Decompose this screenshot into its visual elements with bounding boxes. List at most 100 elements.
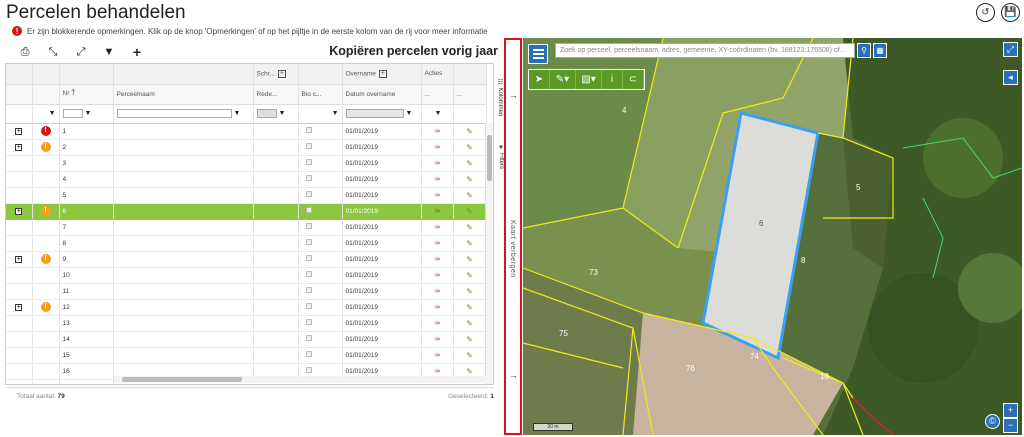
fullscreen-icon[interactable]: ⤢ — [1003, 42, 1018, 57]
bio-checkbox[interactable] — [305, 143, 312, 149]
select-tool-icon[interactable]: ➤ — [529, 70, 550, 89]
grid-horizontal-scrollbar[interactable] — [114, 376, 486, 383]
table-row[interactable]: 4 01/01/2019 >> ✎ — [6, 171, 487, 188]
filter-rede-select[interactable] — [256, 109, 277, 118]
bio-checkbox[interactable] — [305, 335, 312, 341]
table-row[interactable]: 5 01/01/2019 >> ✎ — [6, 187, 487, 204]
edit-pencil-icon[interactable]: ✎ — [466, 271, 473, 280]
copy-arrows-icon[interactable]: >> — [434, 225, 440, 231]
hide-map-panel[interactable]: → Kaart verbergen → — [504, 38, 522, 435]
column-header-bio[interactable]: Bio c... — [298, 84, 343, 105]
snap-tool-icon[interactable]: ⊂ — [623, 70, 644, 89]
map-view[interactable]: 4 6 5 73 75 74 76 18 8 Zoek op perceel, … — [523, 38, 1022, 435]
table-row[interactable]: +! 6 01/01/2019 >> ✎ — [6, 203, 487, 220]
bio-checkbox[interactable] — [305, 175, 312, 181]
group-expand-icon[interactable]: + — [378, 69, 387, 78]
expand-icon[interactable]: ⤢ — [74, 46, 88, 59]
copy-arrows-icon[interactable]: >> — [434, 257, 440, 263]
edit-pencil-icon[interactable]: ✎ — [466, 255, 473, 264]
copyright-icon[interactable]: © — [985, 414, 1000, 429]
edit-pencil-icon[interactable]: ✎ — [466, 319, 473, 328]
table-row[interactable]: +! 12 01/01/2019 >> ✎ — [6, 299, 487, 316]
undo-icon[interactable]: ↺ — [976, 3, 995, 22]
table-row[interactable]: 15 01/01/2019 >> ✎ — [6, 347, 487, 364]
edit-pencil-icon[interactable]: ✎ — [466, 351, 473, 360]
filter-icon[interactable]: ▼ — [279, 110, 286, 117]
filter-icon[interactable]: ▼ — [332, 110, 339, 117]
copy-arrows-icon[interactable]: >> — [434, 209, 440, 215]
column-header-perceelnaam[interactable]: Perceelnaam — [113, 84, 254, 105]
info-tool-icon[interactable]: i — [602, 70, 623, 89]
copy-arrows-icon[interactable]: >> — [434, 177, 440, 183]
filter-icon[interactable]: ▼ — [234, 110, 241, 117]
search-icon[interactable]: ⚲ — [857, 43, 871, 58]
print-icon[interactable]: ⎙ — [18, 46, 32, 59]
table-row[interactable]: 7 01/01/2019 >> ✎ — [6, 219, 487, 236]
tab-kolommen[interactable]: ☷ Kolommen — [492, 79, 504, 116]
edit-pencil-icon[interactable]: ✎ — [466, 191, 473, 200]
edit-pencil-icon[interactable]: ✎ — [466, 159, 473, 168]
arrow-right-icon[interactable]: → — [509, 90, 518, 100]
zoom-out-icon[interactable]: − — [1003, 418, 1018, 433]
bio-checkbox[interactable] — [305, 159, 312, 165]
table-row[interactable]: +! 2 01/01/2019 >> ✎ — [6, 139, 487, 156]
bio-checkbox[interactable] — [305, 367, 312, 373]
copy-arrows-icon[interactable]: >> — [434, 369, 440, 375]
copy-arrows-icon[interactable]: >> — [434, 337, 440, 343]
expand-row-icon[interactable]: + — [15, 255, 23, 263]
edit-pencil-icon[interactable]: ✎ — [466, 127, 473, 136]
copy-arrows-icon[interactable]: >> — [434, 241, 440, 247]
copy-arrows-icon[interactable]: >> — [434, 289, 440, 295]
copy-arrows-icon[interactable]: >> — [434, 353, 440, 359]
bio-checkbox[interactable] — [305, 319, 312, 325]
remark-status-icon[interactable]: ! — [40, 142, 51, 152]
table-row[interactable]: 3 01/01/2019 >> ✎ — [6, 155, 487, 172]
table-row[interactable]: +! 1 01/01/2019 >> ✎ — [6, 123, 487, 140]
map-canvas[interactable]: 4 6 5 73 75 74 76 18 8 — [523, 38, 1022, 435]
remark-status-icon[interactable]: ! — [40, 126, 51, 136]
expand-row-icon[interactable]: + — [15, 207, 23, 215]
edit-pencil-icon[interactable]: ✎ — [466, 223, 473, 232]
bio-checkbox[interactable] — [305, 223, 312, 229]
map-menu-button[interactable] — [528, 44, 548, 64]
filter-icon[interactable]: ▼ — [102, 46, 116, 58]
edit-pencil-icon[interactable]: ✎ — [466, 287, 473, 296]
filter-icon[interactable]: ▼ — [406, 110, 413, 117]
map-layers-icon[interactable]: ▦ — [873, 43, 887, 58]
table-row[interactable]: +! 9 01/01/2019 >> ✎ — [6, 251, 487, 268]
bio-checkbox[interactable] — [305, 351, 312, 357]
edit-pencil-icon[interactable]: ✎ — [466, 239, 473, 248]
bio-checkbox[interactable] — [305, 255, 312, 261]
table-row[interactable]: 10 01/01/2019 >> ✎ — [6, 267, 487, 284]
column-header-actie-2[interactable]: ... — [453, 84, 487, 105]
column-header-actie-1[interactable]: ... — [421, 84, 454, 105]
expand-row-icon[interactable]: + — [15, 143, 23, 151]
column-header-nr[interactable]: Nr 🡑 — [59, 84, 114, 105]
bio-checkbox[interactable] — [305, 191, 312, 197]
collapse-left-icon[interactable]: ◂ — [1003, 70, 1018, 85]
group-expand-icon[interactable]: + — [277, 69, 286, 78]
expand-row-icon[interactable]: + — [15, 303, 23, 311]
expand-row-icon[interactable]: + — [15, 127, 23, 135]
bio-checkbox[interactable] — [305, 303, 312, 309]
edit-tool-icon[interactable]: ▧▾ — [576, 70, 602, 89]
filter-icon[interactable]: ▼ — [49, 110, 56, 117]
save-icon[interactable]: 💾 — [1001, 3, 1020, 22]
edit-pencil-icon[interactable]: ✎ — [466, 367, 473, 376]
table-row[interactable]: 14 01/01/2019 >> ✎ — [6, 331, 487, 348]
filter-perceelnaam-input[interactable] — [116, 109, 232, 118]
bio-checkbox[interactable] — [305, 271, 312, 277]
copy-arrows-icon[interactable]: >> — [434, 129, 440, 135]
copy-arrows-icon[interactable]: >> — [434, 161, 440, 167]
copy-arrows-icon[interactable]: >> — [434, 273, 440, 279]
add-icon[interactable]: + — [130, 44, 144, 60]
edit-pencil-icon[interactable]: ✎ — [466, 303, 473, 312]
copy-arrows-icon[interactable]: >> — [434, 193, 440, 199]
filter-datum-input[interactable] — [345, 109, 404, 118]
table-row[interactable]: 13 01/01/2019 >> ✎ — [6, 315, 487, 332]
bio-checkbox[interactable] — [305, 239, 312, 245]
column-header-rede[interactable]: Rede... — [253, 84, 299, 105]
filter-icon[interactable]: ▼ — [435, 110, 442, 117]
bio-checkbox[interactable] — [305, 287, 312, 293]
filter-nr-input[interactable] — [62, 109, 83, 118]
